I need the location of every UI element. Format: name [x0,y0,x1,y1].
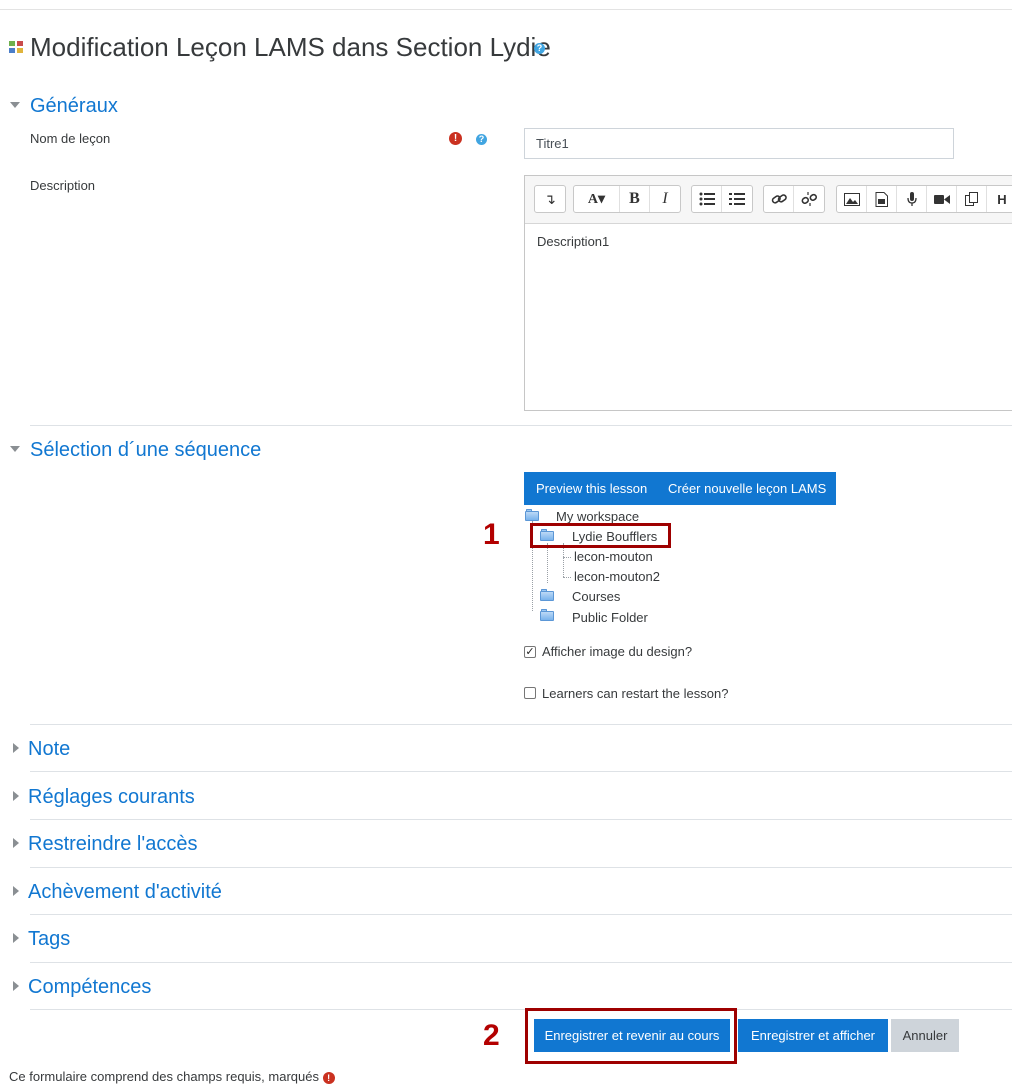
section-restreindre-title: Restreindre l'accès [28,833,198,855]
name-label: Nom de leçon [30,131,111,146]
help-icon[interactable]: ? [476,134,487,145]
section-divider [30,1009,1012,1010]
description-editor[interactable]: ↴ A▾ B I H Description1 [524,175,1012,411]
microphone-icon[interactable] [897,186,927,212]
show-design-checkbox[interactable]: ✓ [524,646,536,658]
folder-icon [525,511,539,521]
tree-item-public-folder[interactable]: Public Folder [572,610,648,625]
section-divider [30,962,1012,963]
lams-action-bar: Preview this lesson Créer nouvelle leçon… [524,472,836,505]
caret-down-icon [10,101,20,108]
section-achevement-header[interactable]: Achèvement d'activité [10,881,222,904]
section-divider [30,724,1012,725]
folder-icon [540,591,554,601]
save-return-button[interactable]: Enregistrer et revenir au cours [534,1019,730,1052]
create-lams-lesson-button[interactable]: Créer nouvelle leçon LAMS [668,472,836,505]
toolbar-group-format: A▾ B I [573,185,681,213]
page-title: Modification Leçon LAMS dans Section Lyd… [30,32,551,62]
section-competences-header[interactable]: Compétences [10,976,151,999]
copy-icon[interactable] [957,186,987,212]
section-divider [30,425,1012,426]
section-divider [30,914,1012,915]
folder-icon [540,611,554,621]
annotation-step-2: 2 [483,1019,500,1052]
font-icon[interactable]: A▾ [574,186,620,212]
caret-right-icon [13,885,19,896]
tree-item-my-workspace[interactable]: My workspace [556,509,639,524]
tree-item-lecon-mouton[interactable]: lecon-mouton [574,549,653,564]
expand-icon[interactable]: ↴ [535,186,565,212]
toolbar-group-links [763,185,825,213]
h5p-icon[interactable]: H [987,186,1012,212]
required-fields-note: Ce formulaire comprend des champs requis… [9,1069,335,1084]
lesson-name-input[interactable]: Titre1 [524,128,954,159]
section-selection-header[interactable]: Sélection d´une séquence [10,439,261,462]
media-icon[interactable] [867,186,897,212]
preview-lesson-button[interactable]: Preview this lesson [524,472,668,505]
section-generaux-title: Généraux [30,95,118,117]
tree-line [563,557,571,558]
section-divider [30,771,1012,772]
cancel-button[interactable]: Annuler [891,1019,959,1052]
section-tags-title: Tags [28,928,71,950]
editor-toolbar: ↴ A▾ B I H [525,176,1012,224]
section-achevement-title: Achèvement d'activité [28,881,222,903]
toolbar-group-media: H [836,185,1012,213]
tree-line [547,543,548,583]
help-icon[interactable]: ? [534,43,545,54]
lams-activity-icon [9,41,23,53]
tree-item-lecon-mouton2[interactable]: lecon-mouton2 [574,569,660,584]
top-divider [0,9,1012,10]
required-fields-text: Ce formulaire comprend des champs requis… [9,1069,319,1084]
annotation-highlight-box [530,523,671,548]
learners-restart-checkbox[interactable] [524,687,536,699]
bullet-list-icon[interactable] [692,186,722,212]
toolbar-group-lists [691,185,753,213]
show-design-label: Afficher image du design? [542,644,693,659]
bold-icon[interactable]: B [620,186,650,212]
annotation-step-1: 1 [483,518,500,551]
description-content[interactable]: Description1 [537,234,609,249]
tree-line [563,543,564,577]
image-icon[interactable] [837,186,867,212]
caret-right-icon [13,790,19,801]
section-tags-header[interactable]: Tags [10,928,70,951]
learners-restart-label: Learners can restart the lesson? [542,686,729,701]
numbered-list-icon[interactable] [722,186,752,212]
tree-item-courses[interactable]: Courses [572,589,620,604]
section-restreindre-header[interactable]: Restreindre l'accès [10,833,197,856]
caret-down-icon [10,445,20,452]
section-competences-title: Compétences [28,976,152,998]
section-divider [30,867,1012,868]
link-icon[interactable] [764,186,794,212]
unlink-icon[interactable] [794,186,824,212]
section-note-title: Note [28,738,71,760]
caret-right-icon [13,932,19,943]
caret-right-icon [13,742,19,753]
required-icon: ! [449,132,462,145]
caret-right-icon [13,980,19,991]
video-icon[interactable] [927,186,957,212]
section-reglages-header[interactable]: Réglages courants [10,786,195,809]
section-reglages-title: Réglages courants [28,786,195,808]
save-display-button[interactable]: Enregistrer et afficher [738,1019,888,1052]
toolbar-group-expand: ↴ [534,185,566,213]
section-divider [30,819,1012,820]
italic-icon[interactable]: I [650,186,680,212]
section-selection-title: Sélection d´une séquence [30,439,262,461]
tree-line [563,577,571,578]
section-note-header[interactable]: Note [10,738,70,761]
section-generaux-header[interactable]: Généraux [10,95,118,118]
caret-right-icon [13,837,19,848]
description-label: Description [30,178,96,193]
